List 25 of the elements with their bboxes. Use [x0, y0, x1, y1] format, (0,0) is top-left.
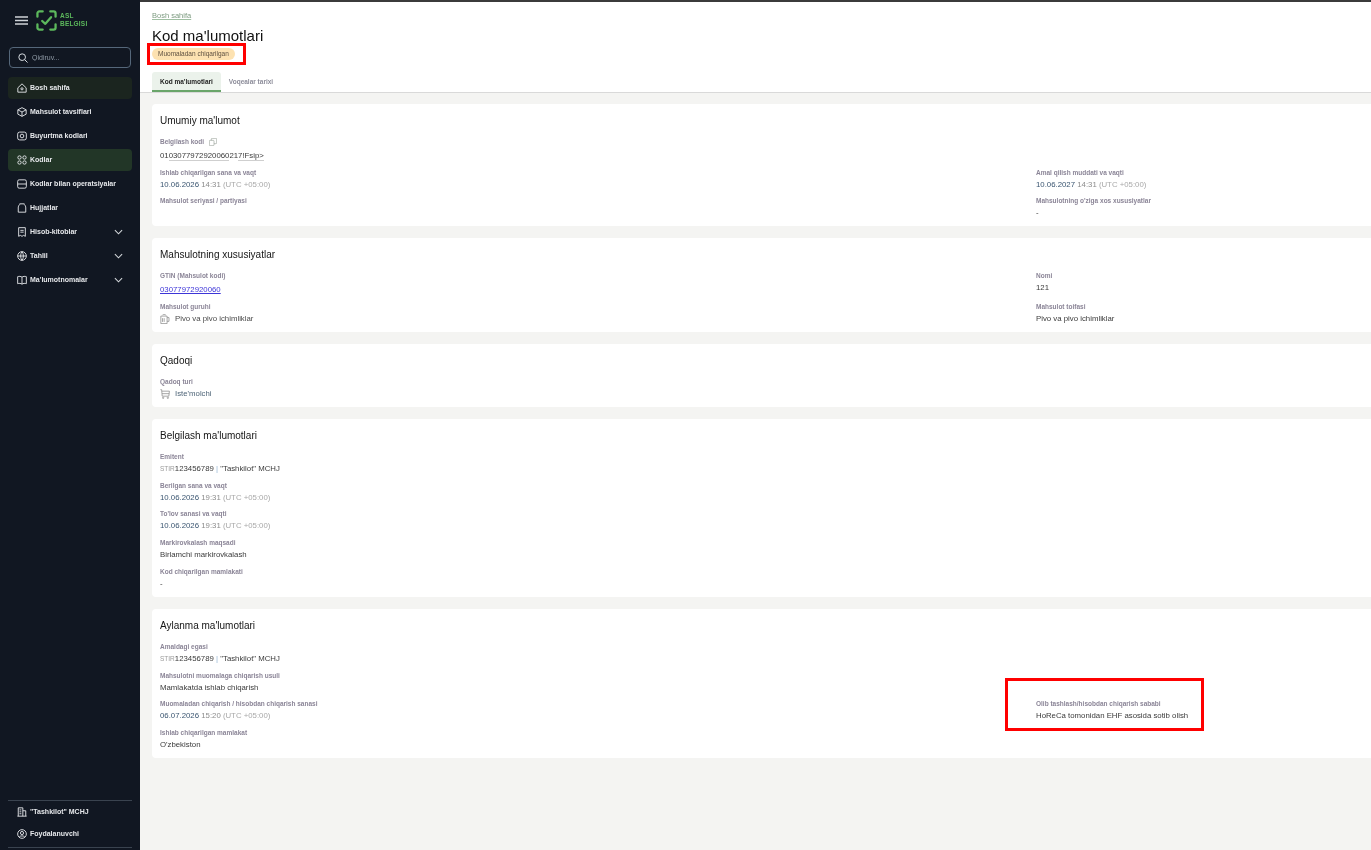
card-title: Belgilash ma'lumotlari — [160, 429, 258, 444]
scan-frame-icon — [17, 131, 27, 141]
chevron-down-icon[interactable] — [114, 277, 123, 283]
book-icon — [17, 275, 27, 285]
chevron-down-icon[interactable] — [114, 253, 123, 259]
mug-icon — [160, 314, 170, 325]
tray-icon — [17, 179, 27, 189]
cart-icon — [160, 389, 170, 400]
globe-icon — [17, 251, 27, 261]
card-title: Mahsulotning xususiyatlar — [160, 248, 277, 263]
house-icon — [17, 83, 27, 93]
cube-icon — [17, 107, 27, 117]
card-title: Umumiy ma'lumot — [160, 114, 241, 128]
receipt-icon — [17, 227, 27, 237]
page-title: Kod ma'lumotlari — [152, 27, 265, 45]
card-title: Qadoqi — [160, 354, 194, 369]
menu-icon[interactable] — [15, 15, 28, 25]
search-icon — [18, 52, 28, 63]
card-title: Aylanma ma'lumotlari — [160, 618, 257, 633]
building-icon — [17, 807, 27, 817]
chevron-down-icon[interactable] — [114, 229, 123, 235]
dots-grid-icon — [17, 155, 27, 165]
user-icon — [17, 829, 27, 839]
jar-icon — [17, 203, 27, 213]
logo-check-icon — [36, 9, 57, 31]
